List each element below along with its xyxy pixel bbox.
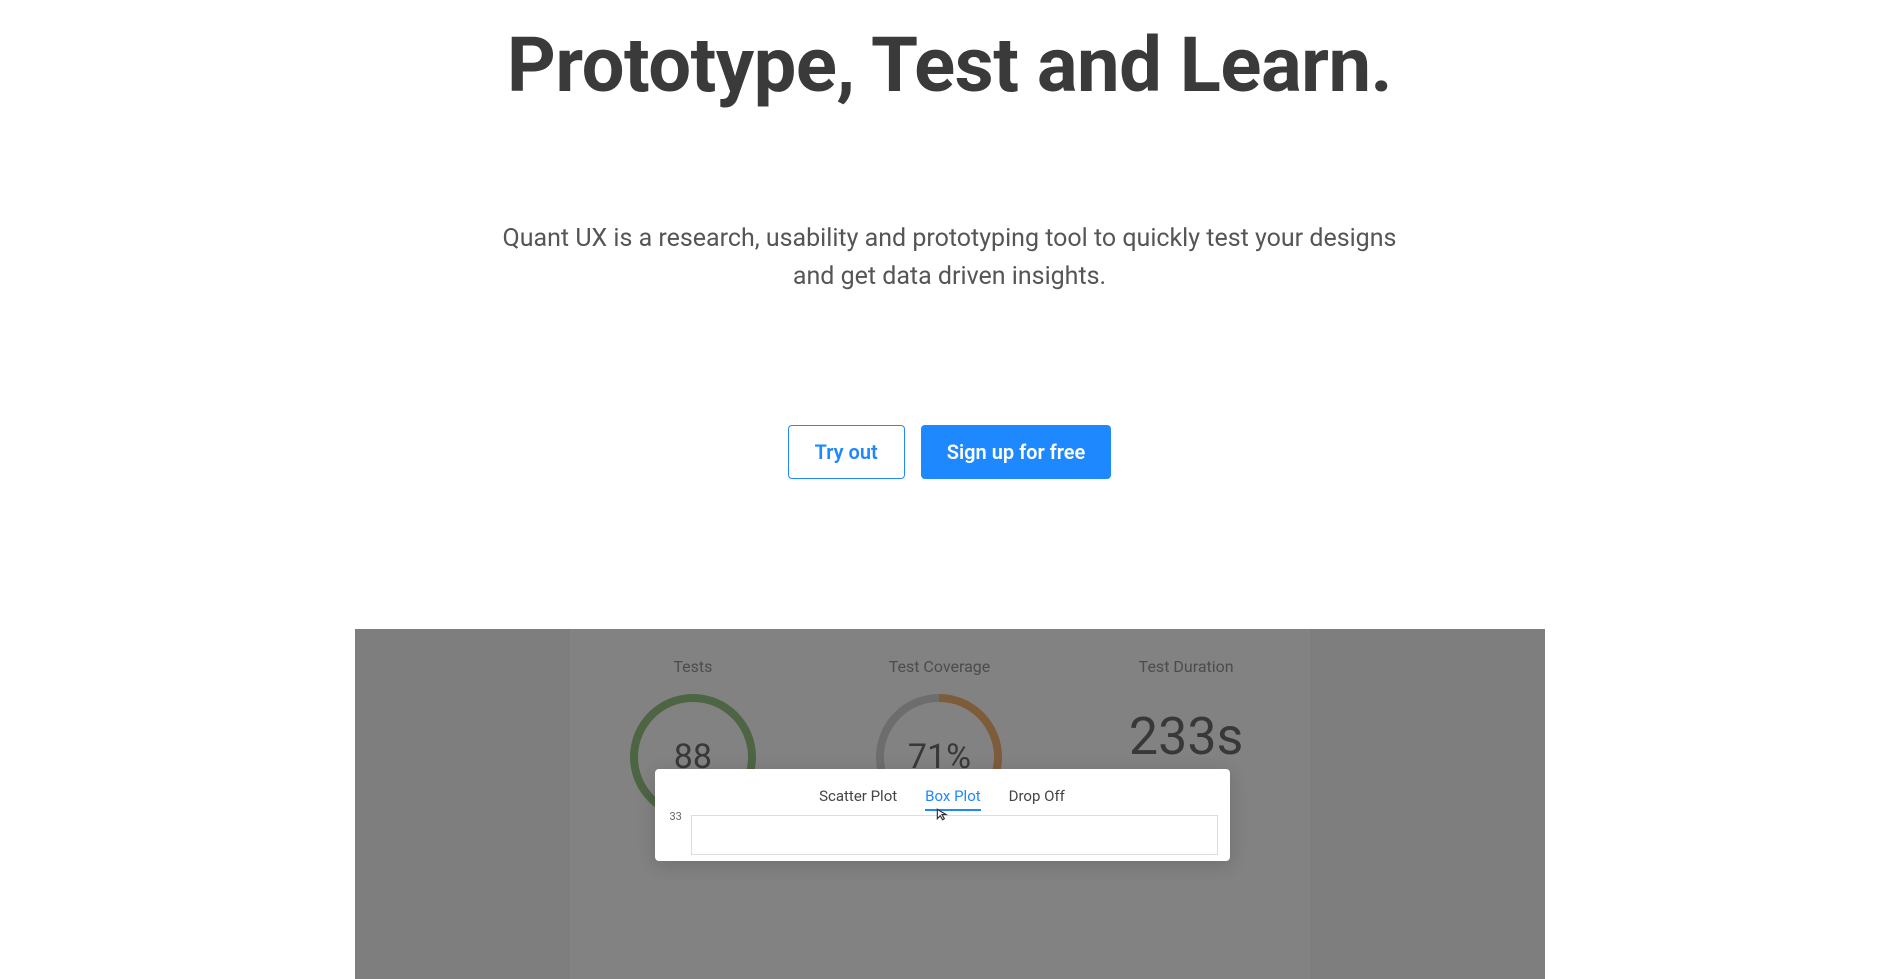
try-out-button[interactable]: Try out	[788, 425, 905, 479]
stat-tests-label: Tests	[571, 657, 815, 676]
dashboard-preview: Tests 88 Test Coverage 71% Test Duration…	[355, 629, 1545, 979]
tab-box-plot[interactable]: Box Plot	[925, 787, 980, 805]
y-axis-tick: 33	[670, 810, 682, 823]
hero-subtitle: Quant UX is a research, usability and pr…	[500, 220, 1400, 295]
dashboard-sidebar	[355, 629, 570, 979]
popup-tabs: Scatter Plot Box Plot Drop Off	[667, 787, 1218, 805]
stat-duration-value: 233s	[1064, 706, 1308, 767]
cta-row: Try out Sign up for free	[0, 425, 1899, 479]
dashboard-right-panel	[1310, 629, 1545, 979]
tab-drop-off[interactable]: Drop Off	[1009, 787, 1065, 805]
chart-popup: Scatter Plot Box Plot Drop Off 33	[655, 769, 1230, 861]
stat-duration-label: Test Duration	[1064, 657, 1308, 676]
signup-button[interactable]: Sign up for free	[921, 425, 1112, 479]
hero-title: Prototype, Test and Learn.	[0, 20, 1899, 110]
tab-scatter-plot[interactable]: Scatter Plot	[819, 787, 897, 805]
chart-area: 33	[691, 815, 1218, 855]
stat-coverage-label: Test Coverage	[817, 657, 1061, 676]
